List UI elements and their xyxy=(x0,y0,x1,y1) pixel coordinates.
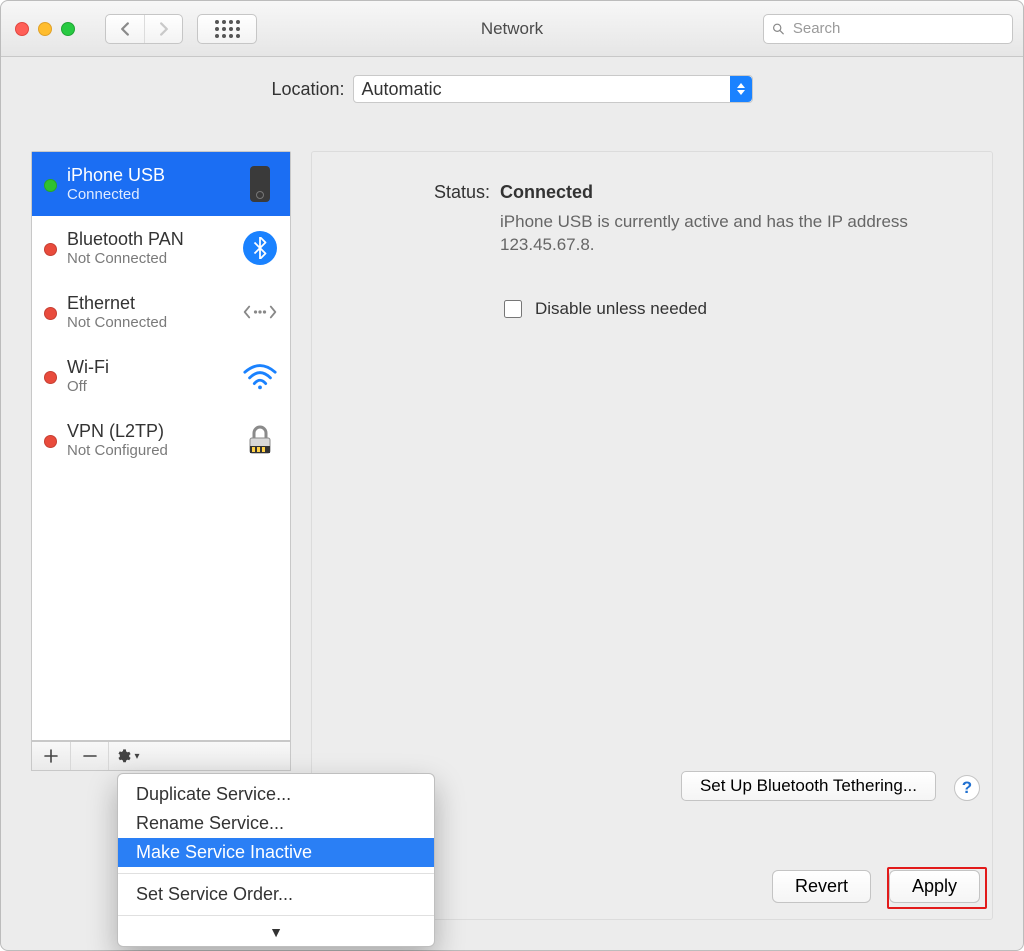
service-bluetooth-pan[interactable]: Bluetooth PAN Not Connected xyxy=(32,216,290,280)
chevron-down-icon: ▾ xyxy=(134,751,139,762)
service-status: Connected xyxy=(67,186,165,203)
search-field[interactable] xyxy=(763,14,1013,44)
status-label: Status: xyxy=(342,182,490,257)
service-status: Not Connected xyxy=(67,314,167,331)
iphone-icon xyxy=(242,166,278,202)
titlebar: Network xyxy=(1,1,1023,57)
service-ethernet[interactable]: Ethernet Not Connected xyxy=(32,280,290,344)
window-controls xyxy=(15,22,75,36)
menu-separator xyxy=(118,915,434,916)
advanced-button[interactable]: Set Up Bluetooth Tethering... xyxy=(681,771,936,801)
location-select[interactable]: Automatic xyxy=(353,75,753,103)
service-wifi[interactable]: Wi-Fi Off xyxy=(32,344,290,408)
bottom-buttons: Revert Apply xyxy=(772,870,980,903)
search-input[interactable] xyxy=(791,19,1004,38)
search-icon xyxy=(772,22,785,36)
service-name: Bluetooth PAN xyxy=(67,229,184,250)
revert-button[interactable]: Revert xyxy=(772,870,871,903)
disable-unless-needed-checkbox[interactable] xyxy=(504,300,522,318)
status-dot xyxy=(44,435,57,448)
status-dot xyxy=(44,307,57,320)
remove-service-button[interactable] xyxy=(70,742,108,770)
service-name: Wi-Fi xyxy=(67,357,109,378)
menu-make-service-inactive[interactable]: Make Service Inactive xyxy=(118,838,434,867)
menu-set-service-order[interactable]: Set Service Order... xyxy=(118,880,434,909)
service-name: VPN (L2TP) xyxy=(67,421,168,442)
status-dot xyxy=(44,371,57,384)
location-label: Location: xyxy=(271,79,344,100)
service-status: Not Connected xyxy=(67,250,184,267)
add-service-button[interactable] xyxy=(32,742,70,770)
menu-duplicate-service[interactable]: Duplicate Service... xyxy=(118,780,434,809)
apply-button[interactable]: Apply xyxy=(889,870,980,903)
close-window[interactable] xyxy=(15,22,29,36)
select-arrows-icon xyxy=(730,76,752,102)
wifi-icon xyxy=(242,362,278,390)
disable-unless-needed-row: Disable unless needed xyxy=(500,297,962,321)
service-status: Off xyxy=(67,378,109,395)
service-vpn[interactable]: VPN (L2TP) Not Configured xyxy=(32,408,290,472)
status-dot xyxy=(44,179,57,192)
show-all-button[interactable] xyxy=(197,14,257,44)
ethernet-icon xyxy=(242,300,278,324)
gear-icon xyxy=(115,748,131,764)
grid-icon xyxy=(215,20,240,38)
service-name: iPhone USB xyxy=(67,165,165,186)
zoom-window[interactable] xyxy=(61,22,75,36)
network-prefs-window: Network Location: Automatic iPhone USB C… xyxy=(0,0,1024,951)
location-value: Automatic xyxy=(362,79,442,100)
lock-icon xyxy=(242,424,278,456)
back-button[interactable] xyxy=(106,15,144,43)
status-description: iPhone USB is currently active and has t… xyxy=(500,211,920,257)
service-iphone-usb[interactable]: iPhone USB Connected xyxy=(32,152,290,216)
service-status: Not Configured xyxy=(67,442,168,459)
service-actions-button[interactable]: ▾ xyxy=(108,742,146,770)
menu-more-indicator[interactable]: ▼ xyxy=(118,922,434,940)
nav-segment xyxy=(105,14,183,44)
disable-unless-needed-label: Disable unless needed xyxy=(535,299,707,319)
menu-rename-service[interactable]: Rename Service... xyxy=(118,809,434,838)
location-row: Location: Automatic xyxy=(1,57,1023,119)
service-actions-menu: Duplicate Service... Rename Service... M… xyxy=(117,773,435,947)
help-button[interactable]: ? xyxy=(954,775,980,801)
bluetooth-icon xyxy=(242,231,278,265)
menu-separator xyxy=(118,873,434,874)
sidebar-footer: ▾ xyxy=(31,741,291,771)
minimize-window[interactable] xyxy=(38,22,52,36)
status-dot xyxy=(44,243,57,256)
status-value: Connected xyxy=(500,182,962,203)
service-name: Ethernet xyxy=(67,293,167,314)
services-sidebar: iPhone USB Connected Bluetooth PAN Not C… xyxy=(31,151,291,741)
forward-button[interactable] xyxy=(144,15,182,43)
